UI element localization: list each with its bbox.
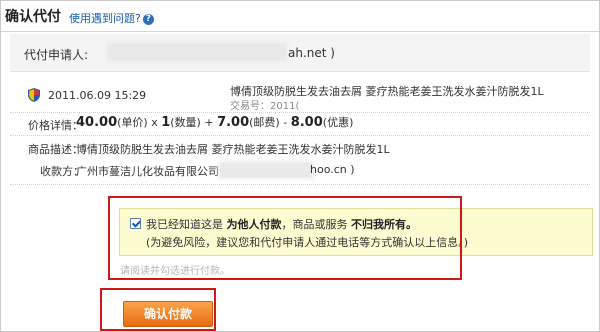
quantity-suffix: (数量) + — [170, 116, 214, 129]
price-details-row: 价格详情： 40.00(单价) x 1(数量) + 7.00(邮费) - 8.0… — [10, 112, 590, 134]
shield-icon — [28, 88, 40, 102]
discount: 8.00 — [290, 115, 323, 130]
order-date: 2011.06.09 15:29 — [48, 89, 147, 102]
help-link-label[interactable]: 使用遇到问题? — [69, 12, 141, 25]
divider — [10, 135, 590, 136]
price-details-value: 40.00(单价) x 1(数量) + 7.00(邮费) - 8.00(优惠) — [76, 114, 353, 130]
unit-price: 40.00 — [76, 115, 118, 130]
description-value: 博倩顶级防脱生发去油去屑 菱疗热能老姜王洗发水姜汁防脱发1L — [76, 143, 390, 156]
discount-suffix: (优惠) — [322, 116, 354, 129]
applicant-row: 代付申请人: ah.net ) — [10, 34, 590, 72]
help-link[interactable]: 使用遇到问题?? — [69, 10, 154, 26]
applicant-email: ah.net ) — [288, 46, 335, 60]
shipping-suffix: (邮费) - — [249, 116, 288, 129]
price-details-label: 价格详情： — [28, 119, 83, 132]
order-row: 2011.06.09 15:29 博倩顶级防脱生发去油去屑 菱疗热能老姜王洗发水… — [10, 80, 590, 112]
payee-email: hoo.cn ) — [310, 163, 355, 176]
redacted-payee-email — [220, 163, 312, 177]
applicant-label: 代付申请人: — [24, 48, 89, 62]
unit-price-suffix: (单价) x — [117, 116, 158, 129]
payee-row: 收款方： 广州市蔓洁儿化妆品有限公司 ( hoo.cn ) — [10, 160, 590, 180]
shipping-fee: 7.00 — [217, 115, 250, 130]
hint-text: 请阅读并勾选进行付款。 — [120, 266, 230, 277]
trade-number: 交易号：2011( — [230, 101, 300, 112]
redacted-applicant-name — [108, 44, 286, 60]
page-title: 确认代付 — [5, 9, 61, 25]
description-label: 商品描述： — [28, 143, 83, 156]
help-icon[interactable]: ? — [142, 14, 154, 25]
quantity: 1 — [161, 115, 171, 130]
payee-value: 广州市蔓洁儿化妆品有限公司 ( — [76, 165, 227, 178]
description-row: 商品描述： 博倩顶级防脱生发去油去屑 菱疗热能老姜王洗发水姜汁防脱发1L — [10, 138, 590, 158]
divider — [10, 184, 590, 185]
highlight-outline — [100, 288, 216, 331]
page-header: 确认代付 使用遇到问题?? — [1, 1, 599, 32]
